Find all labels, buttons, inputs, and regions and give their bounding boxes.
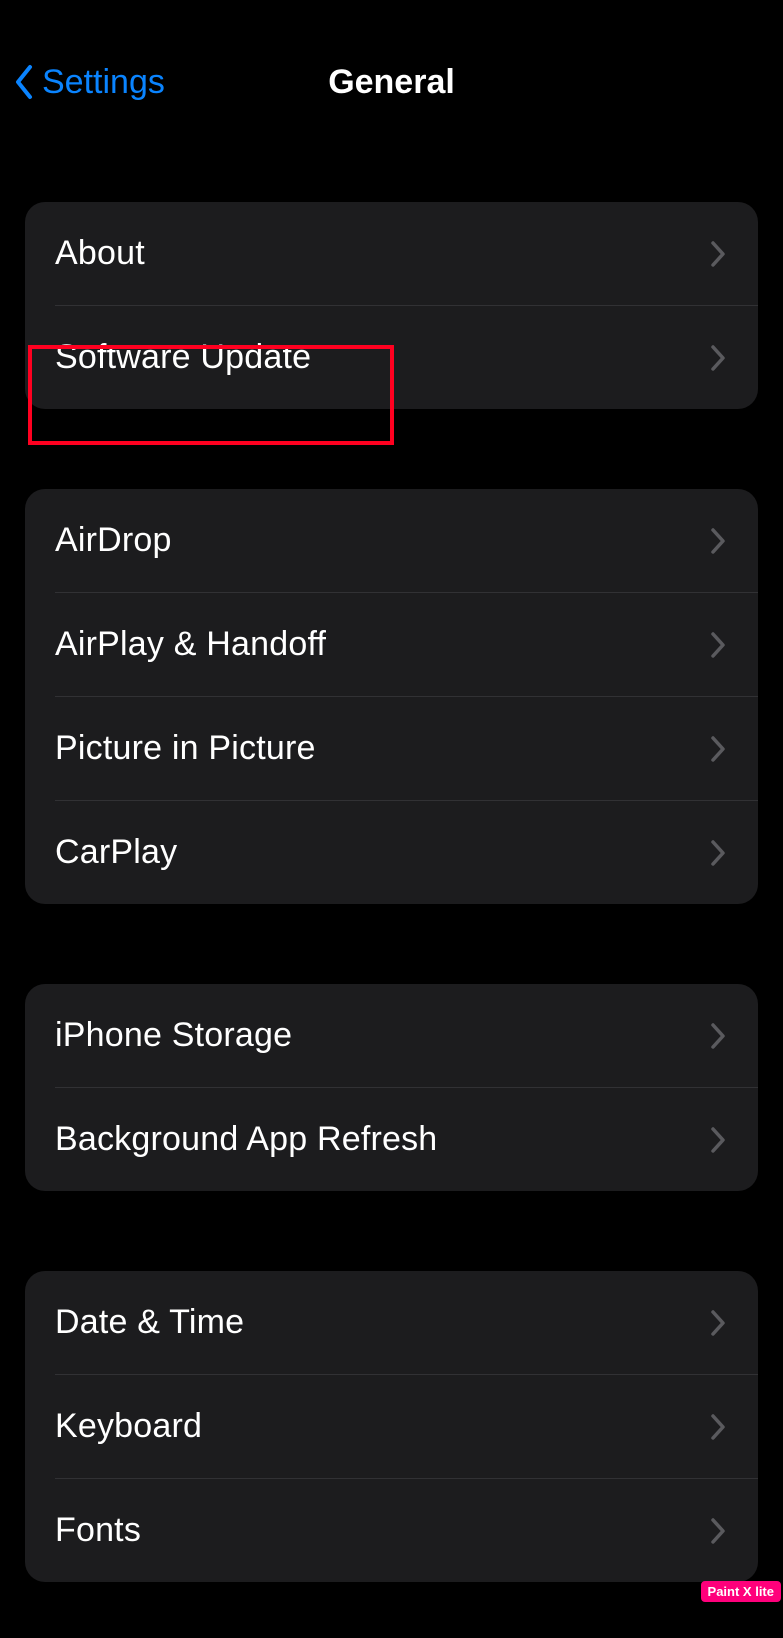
- row-label: Software Update: [55, 338, 311, 377]
- row-label: AirPlay & Handoff: [55, 625, 326, 664]
- watermark-badge: Paint X lite: [701, 1581, 781, 1602]
- row-label: Picture in Picture: [55, 729, 316, 768]
- row-picture-in-picture[interactable]: Picture in Picture: [25, 697, 758, 800]
- row-software-update[interactable]: Software Update: [25, 306, 758, 409]
- row-background-app-refresh[interactable]: Background App Refresh: [25, 1088, 758, 1191]
- settings-content: About Software Update AirDrop AirPlay & …: [0, 202, 783, 1582]
- chevron-right-icon: [706, 735, 730, 763]
- chevron-right-icon: [706, 1517, 730, 1545]
- chevron-right-icon: [706, 1126, 730, 1154]
- row-carplay[interactable]: CarPlay: [25, 801, 758, 904]
- row-label: CarPlay: [55, 833, 177, 872]
- row-label: About: [55, 234, 145, 273]
- row-airdrop[interactable]: AirDrop: [25, 489, 758, 592]
- back-label: Settings: [42, 63, 165, 102]
- chevron-right-icon: [706, 631, 730, 659]
- chevron-right-icon: [706, 344, 730, 372]
- row-label: Keyboard: [55, 1407, 202, 1446]
- chevron-right-icon: [706, 839, 730, 867]
- row-date-time[interactable]: Date & Time: [25, 1271, 758, 1374]
- row-label: Fonts: [55, 1511, 141, 1550]
- page-title: General: [328, 63, 455, 102]
- chevron-right-icon: [706, 1413, 730, 1441]
- chevron-right-icon: [706, 240, 730, 268]
- settings-group-0: About Software Update: [25, 202, 758, 409]
- row-label: iPhone Storage: [55, 1016, 292, 1055]
- nav-header: Settings General: [0, 38, 783, 126]
- chevron-right-icon: [706, 527, 730, 555]
- settings-group-1: AirDrop AirPlay & Handoff Picture in Pic…: [25, 489, 758, 904]
- back-button[interactable]: Settings: [10, 63, 165, 102]
- row-fonts[interactable]: Fonts: [25, 1479, 758, 1582]
- row-keyboard[interactable]: Keyboard: [25, 1375, 758, 1478]
- row-label: Background App Refresh: [55, 1120, 437, 1159]
- settings-group-3: Date & Time Keyboard Fonts: [25, 1271, 758, 1582]
- chevron-right-icon: [706, 1022, 730, 1050]
- row-iphone-storage[interactable]: iPhone Storage: [25, 984, 758, 1087]
- chevron-right-icon: [706, 1309, 730, 1337]
- settings-group-2: iPhone Storage Background App Refresh: [25, 984, 758, 1191]
- row-about[interactable]: About: [25, 202, 758, 305]
- row-label: Date & Time: [55, 1303, 244, 1342]
- row-label: AirDrop: [55, 521, 172, 560]
- row-airplay-handoff[interactable]: AirPlay & Handoff: [25, 593, 758, 696]
- chevron-left-icon: [10, 63, 38, 101]
